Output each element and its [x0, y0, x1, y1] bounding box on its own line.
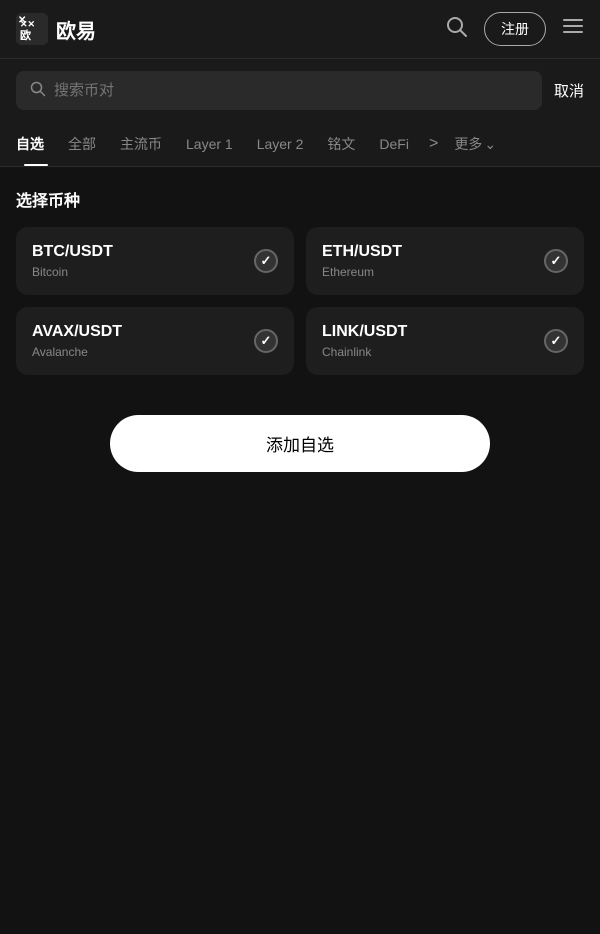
search-input-wrapper	[16, 71, 542, 110]
tab-all[interactable]: 全部	[56, 122, 108, 166]
tab-favorites[interactable]: 自选	[16, 122, 56, 166]
main-content: 选择币种 BTC/USDT Bitcoin ETH/USDT Ethereum …	[0, 167, 600, 492]
add-favorites-button[interactable]: 添加自选	[110, 415, 490, 472]
tab-bar: 自选 全部 主流币 Layer 1 Layer 2 铭文 DeFi > 更多 ⌄	[0, 122, 600, 167]
cancel-button[interactable]: 取消	[554, 80, 584, 101]
coin-name-avax: Avalanche	[32, 345, 122, 359]
section-title: 选择币种	[16, 187, 584, 211]
coin-info-link: LINK/USDT Chainlink	[322, 323, 407, 359]
coin-check-eth[interactable]	[544, 249, 568, 273]
coin-name-btc: Bitcoin	[32, 265, 113, 279]
coin-name-eth: Ethereum	[322, 265, 402, 279]
coin-card-link[interactable]: LINK/USDT Chainlink	[306, 307, 584, 375]
coin-info-eth: ETH/USDT Ethereum	[322, 243, 402, 279]
tab-more-button[interactable]: 更多 ⌄	[446, 122, 504, 166]
coin-grid: BTC/USDT Bitcoin ETH/USDT Ethereum AVAX/…	[16, 227, 584, 375]
tab-inscription[interactable]: 铭文	[315, 122, 367, 166]
tab-more-label: 更多	[454, 134, 482, 154]
coin-card-eth[interactable]: ETH/USDT Ethereum	[306, 227, 584, 295]
chevron-down-icon: ⌄	[484, 136, 496, 153]
add-button-container: 添加自选	[16, 415, 584, 472]
coin-check-link[interactable]	[544, 329, 568, 353]
tab-layer2[interactable]: Layer 2	[245, 124, 316, 164]
logo-text: 欧易	[56, 15, 96, 44]
menu-icon[interactable]	[562, 15, 584, 43]
coin-info-avax: AVAX/USDT Avalanche	[32, 323, 122, 359]
coin-pair-btc: BTC/USDT	[32, 243, 113, 261]
coin-pair-eth: ETH/USDT	[322, 243, 402, 261]
tab-mainstream[interactable]: 主流币	[108, 122, 174, 166]
coin-pair-link: LINK/USDT	[322, 323, 407, 341]
search-icon[interactable]	[446, 16, 468, 43]
header-actions: 注册	[446, 12, 584, 46]
search-input[interactable]	[54, 82, 528, 99]
tab-layer1[interactable]: Layer 1	[174, 124, 245, 164]
register-button[interactable]: 注册	[484, 12, 546, 46]
coin-card-avax[interactable]: AVAX/USDT Avalanche	[16, 307, 294, 375]
coin-check-avax[interactable]	[254, 329, 278, 353]
search-bar-container: 取消	[0, 59, 600, 122]
coin-name-link: Chainlink	[322, 345, 407, 359]
svg-text:欧: 欧	[20, 28, 31, 42]
coin-info-btc: BTC/USDT Bitcoin	[32, 243, 113, 279]
logo: ✕✕ 欧 欧易	[16, 13, 96, 45]
tab-arrow-icon[interactable]: >	[421, 123, 446, 165]
coin-check-btc[interactable]	[254, 249, 278, 273]
header: ✕✕ 欧 欧易 注册	[0, 0, 600, 59]
search-icon-small	[30, 81, 46, 100]
coin-pair-avax: AVAX/USDT	[32, 323, 122, 341]
coin-card-btc[interactable]: BTC/USDT Bitcoin	[16, 227, 294, 295]
logo-icon: ✕✕ 欧	[16, 13, 48, 45]
tab-defi[interactable]: DeFi	[367, 124, 421, 164]
svg-text:✕✕: ✕✕	[20, 19, 35, 29]
